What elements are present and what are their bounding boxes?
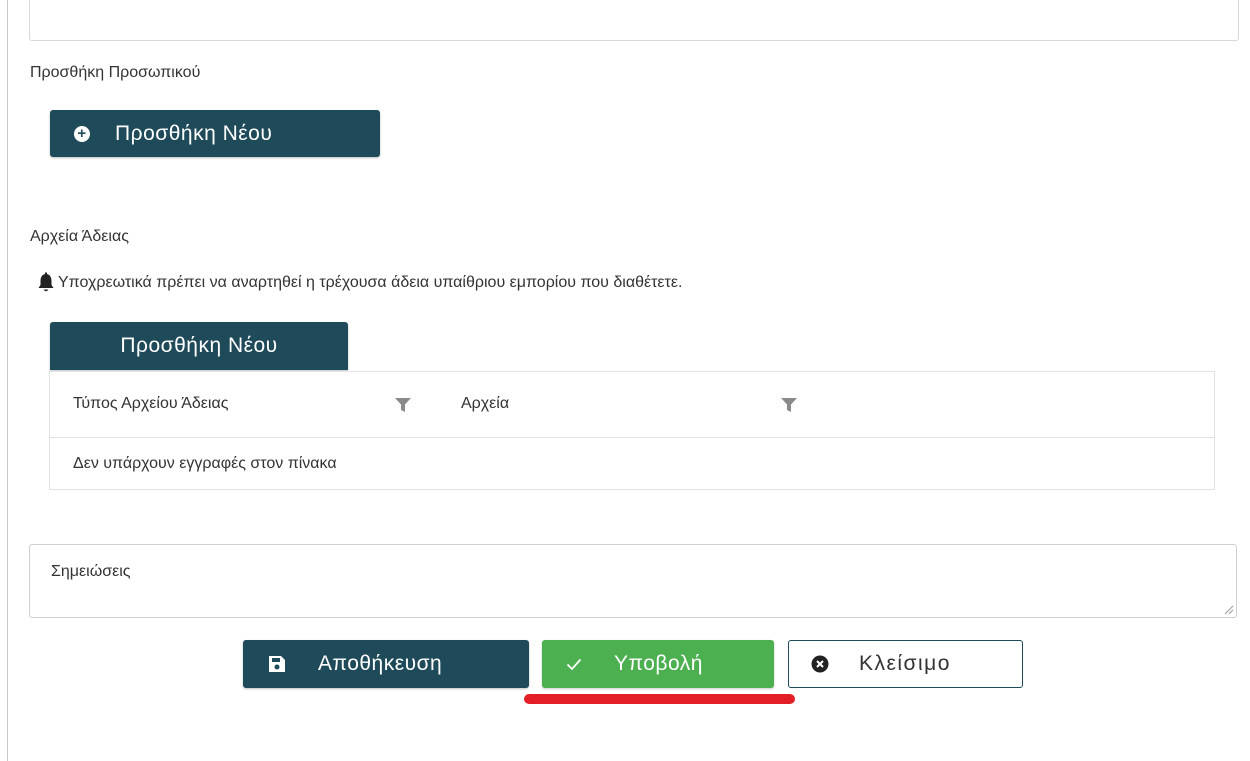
add-license-file-button[interactable]: Προσθήκη Νέου [50,322,348,370]
submit-button-label: Υποβολή [614,652,703,675]
save-button[interactable]: Αποθήκευση [243,640,529,688]
previous-field-box[interactable] [29,0,1239,41]
add-staff-button[interactable]: + Προσθήκη Νέου [50,110,380,157]
submit-button[interactable]: Υποβολή [542,640,774,688]
column-header-license-file-type: Τύπος Αρχείου Άδειας [73,395,229,412]
close-circle-icon [811,655,829,673]
close-button-label: Κλείσιμο [859,652,951,675]
resize-grip-icon[interactable] [1224,605,1234,615]
table-header: Τύπος Αρχείου Άδειας Αρχεία [50,372,1214,438]
license-files-section-label: Αρχεία Άδειας [30,228,129,245]
notes-placeholder: Σημειώσεις [51,563,131,580]
filter-icon[interactable] [781,398,797,412]
close-button[interactable]: Κλείσιμο [788,640,1023,688]
highlight-underline [524,694,795,704]
bell-icon [38,272,54,292]
add-license-file-button-label: Προσθήκη Νέου [120,334,278,357]
license-notice: Υποχρεωτικά πρέπει να αναρτηθεί η τρέχου… [36,272,682,294]
license-files-table: Τύπος Αρχείου Άδειας Αρχεία Δεν υπάρχουν… [49,371,1215,490]
license-notice-text: Υποχρεωτικά πρέπει να αναρτηθεί η τρέχου… [58,274,683,291]
page-left-border [7,0,8,761]
add-staff-button-label: Προσθήκη Νέου [115,121,273,145]
floppy-disk-icon [269,656,285,672]
notes-textarea[interactable]: Σημειώσεις [29,544,1237,618]
plus-circle-icon: + [74,125,90,142]
table-empty-message: Δεν υπάρχουν εγγραφές στον πίνακα [73,455,337,472]
save-button-label: Αποθήκευση [318,652,443,675]
column-header-files: Αρχεία [461,395,510,412]
check-icon [566,658,582,671]
filter-icon[interactable] [395,398,411,412]
staff-section-label: Προσθήκη Προσωπικού [30,64,201,81]
